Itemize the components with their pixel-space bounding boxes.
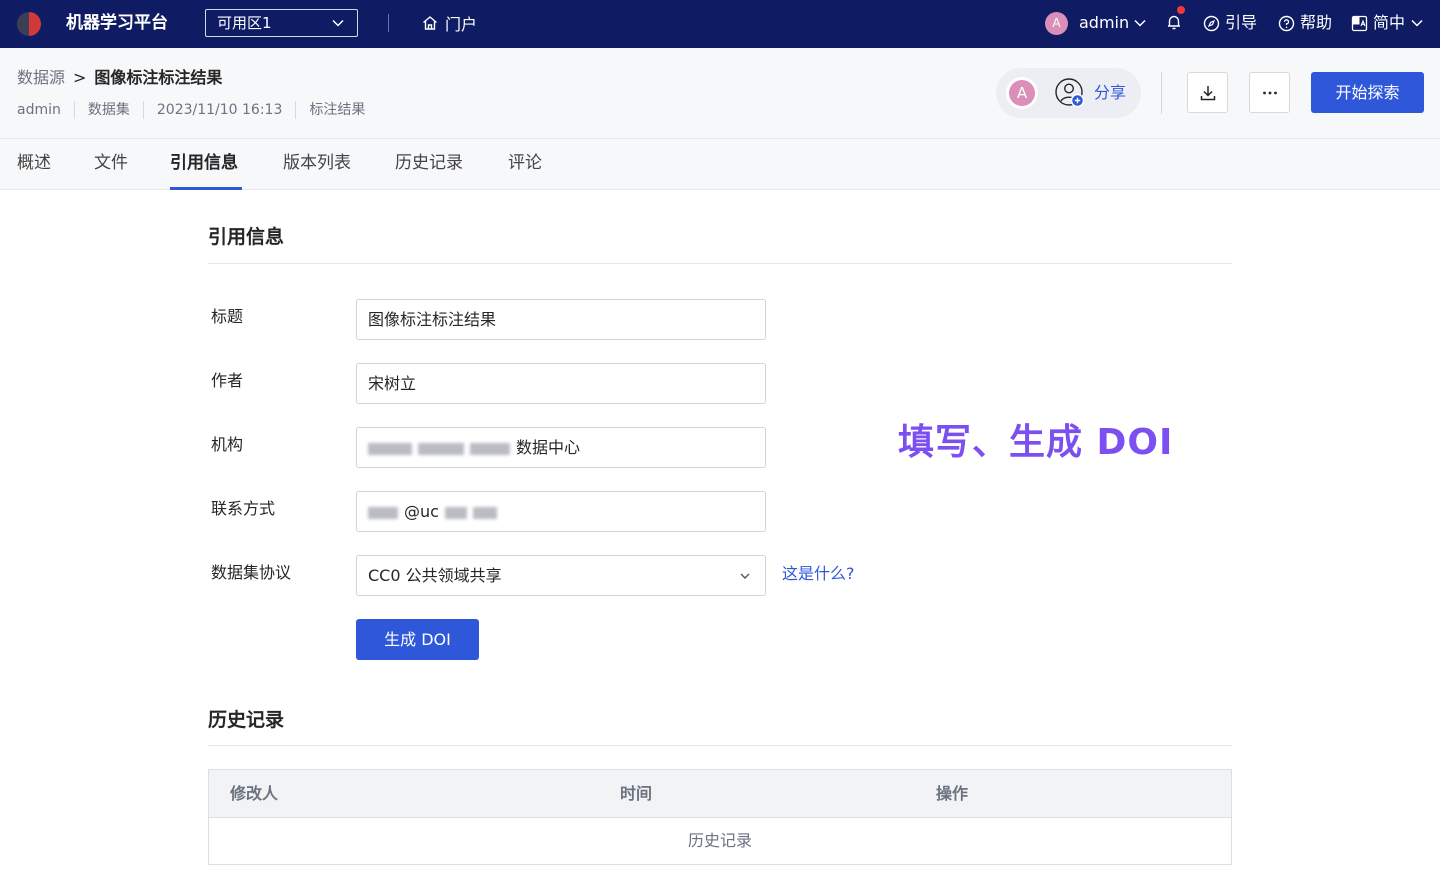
citation-section-title: 引用信息 bbox=[208, 226, 285, 248]
redacted-text bbox=[444, 506, 467, 519]
portal-label: 门户 bbox=[445, 15, 478, 34]
license-label: 数据集协议 bbox=[211, 563, 292, 582]
nav-divider bbox=[388, 14, 389, 32]
chevron-down-icon bbox=[1411, 19, 1423, 27]
tab-versions[interactable]: 版本列表 bbox=[283, 152, 351, 174]
more-actions-button[interactable] bbox=[1249, 72, 1290, 113]
home-icon bbox=[423, 16, 437, 30]
download-icon bbox=[1200, 85, 1215, 100]
history-table: 修改人 时间 操作 历史记录 bbox=[208, 769, 1232, 865]
author-label: 作者 bbox=[211, 371, 244, 390]
title-label: 标题 bbox=[211, 307, 244, 326]
tab-overview[interactable]: 概述 bbox=[17, 152, 51, 174]
more-icon bbox=[1262, 91, 1277, 94]
page-title: 图像标注标注结果 bbox=[94, 68, 223, 87]
notification-dot bbox=[1177, 6, 1185, 14]
help-link[interactable]: 帮助 bbox=[1278, 12, 1332, 34]
redacted-text bbox=[470, 442, 510, 455]
translate-icon bbox=[1351, 15, 1368, 31]
language-switcher[interactable]: 简中 bbox=[1351, 12, 1424, 34]
download-button[interactable] bbox=[1187, 72, 1228, 113]
top-navbar: 机器学习平台 可用区1 门户 A admin 引导 帮助 简中 bbox=[0, 0, 1440, 48]
meta-owner: admin bbox=[17, 102, 61, 118]
generate-doi-button[interactable]: 生成 DOI bbox=[356, 619, 479, 660]
annotation-callout: 填写、生成 DOI bbox=[898, 422, 1174, 463]
redacted-text bbox=[472, 506, 497, 519]
share-button-label[interactable]: 分享 bbox=[1094, 82, 1126, 104]
add-member-icon[interactable] bbox=[1054, 77, 1086, 109]
tab-bar: 概述 文件 引用信息 版本列表 历史记录 评论 bbox=[0, 138, 1440, 190]
breadcrumb: 数据源 > 图像标注标注结果 bbox=[17, 67, 222, 89]
section-divider bbox=[208, 263, 1232, 264]
column-header-modifier: 修改人 bbox=[230, 784, 279, 803]
platform-name[interactable]: 机器学习平台 bbox=[66, 12, 168, 34]
zone-selector-value: 可用区1 bbox=[217, 14, 272, 32]
member-avatar-initial: A bbox=[1009, 80, 1035, 106]
contact-field-value: @uc bbox=[404, 502, 439, 521]
member-avatar: A bbox=[1006, 77, 1038, 109]
organization-field-value: 数据中心 bbox=[516, 438, 581, 457]
redacted-text bbox=[368, 506, 398, 519]
meta-updated-time: 2023/11/10 16:13 bbox=[142, 101, 296, 119]
redacted-text bbox=[368, 442, 412, 455]
bell-icon[interactable] bbox=[1165, 13, 1183, 31]
chevron-down-icon bbox=[332, 19, 344, 27]
chevron-down-icon bbox=[740, 573, 750, 579]
license-help-link[interactable]: 这是什么? bbox=[782, 563, 855, 585]
compass-icon bbox=[1203, 15, 1220, 31]
tab-history[interactable]: 历史记录 bbox=[395, 152, 463, 174]
license-select-value: CC0 公共领域共享 bbox=[368, 566, 502, 585]
chevron-down-icon[interactable] bbox=[1133, 16, 1147, 30]
title-field[interactable]: 图像标注标注结果 bbox=[356, 299, 766, 340]
license-select[interactable]: CC0 公共领域共享 bbox=[356, 555, 766, 596]
contact-field[interactable]: @uc bbox=[356, 491, 766, 532]
start-explore-button[interactable]: 开始探索 bbox=[1311, 72, 1424, 113]
organization-field[interactable]: 数据中心 bbox=[356, 427, 766, 468]
author-field[interactable]: 宋树立 bbox=[356, 363, 766, 404]
section-divider bbox=[208, 745, 1232, 746]
tab-citation[interactable]: 引用信息 bbox=[170, 152, 238, 174]
table-empty-text: 历史记录 bbox=[687, 831, 752, 850]
tab-comments[interactable]: 评论 bbox=[508, 152, 542, 174]
breadcrumb-root[interactable]: 数据源 bbox=[17, 67, 65, 89]
redacted-text bbox=[418, 442, 464, 455]
column-header-actions: 操作 bbox=[936, 784, 969, 803]
user-avatar[interactable]: A bbox=[1045, 12, 1068, 35]
guide-link[interactable]: 引导 bbox=[1203, 12, 1257, 34]
history-section-title: 历史记录 bbox=[208, 709, 285, 731]
active-tab-indicator bbox=[170, 187, 242, 190]
language-label: 简中 bbox=[1373, 13, 1406, 32]
meta-category: 标注结果 bbox=[295, 101, 378, 119]
guide-label: 引导 bbox=[1225, 13, 1258, 32]
title-field-value: 图像标注标注结果 bbox=[368, 310, 497, 329]
zone-selector[interactable]: 可用区1 bbox=[205, 9, 358, 37]
help-label: 帮助 bbox=[1300, 13, 1333, 32]
user-name[interactable]: admin bbox=[1079, 12, 1129, 34]
breadcrumb-separator: > bbox=[73, 68, 87, 87]
dataset-header: 数据源 > 图像标注标注结果 admin 数据集 2023/11/10 16:1… bbox=[0, 48, 1440, 138]
platform-logo[interactable] bbox=[17, 12, 41, 36]
share-panel[interactable]: A 分享 bbox=[996, 68, 1141, 118]
help-icon bbox=[1278, 15, 1295, 31]
meta-type: 数据集 bbox=[73, 101, 143, 119]
dataset-meta: admin 数据集 2023/11/10 16:13 标注结果 bbox=[17, 101, 378, 119]
portal-link[interactable]: 门户 bbox=[421, 12, 477, 34]
header-divider bbox=[1161, 72, 1162, 114]
table-header: 修改人 时间 操作 bbox=[209, 770, 1231, 818]
tab-files[interactable]: 文件 bbox=[94, 152, 128, 174]
column-header-time: 时间 bbox=[620, 784, 653, 803]
author-field-value: 宋树立 bbox=[368, 374, 417, 393]
contact-label: 联系方式 bbox=[211, 499, 276, 518]
organization-label: 机构 bbox=[211, 435, 244, 454]
